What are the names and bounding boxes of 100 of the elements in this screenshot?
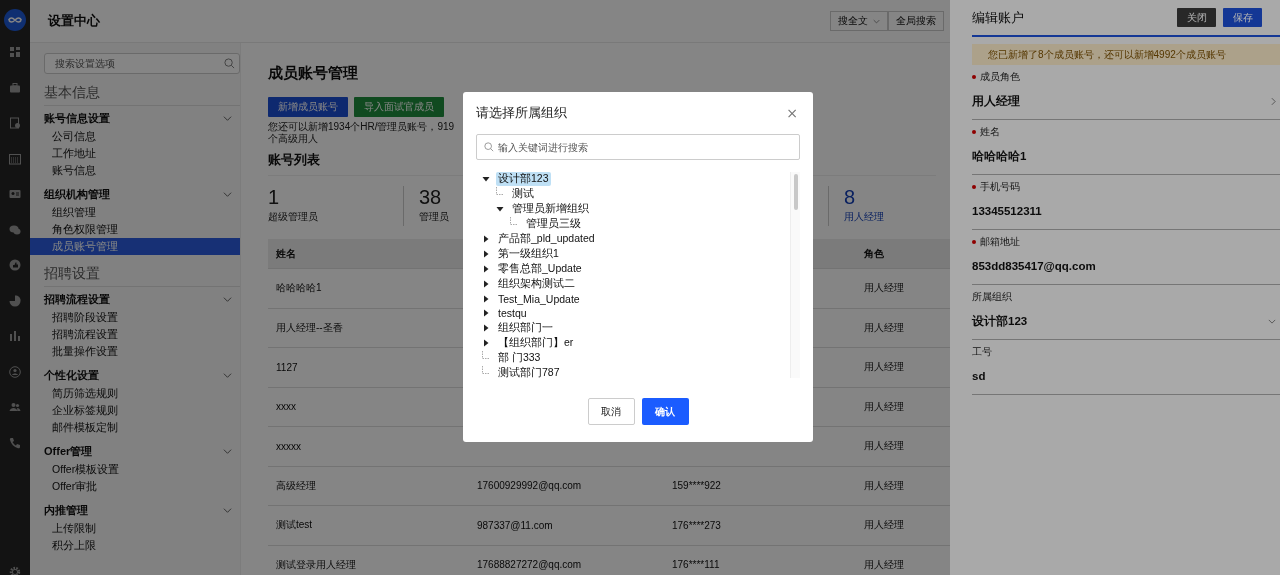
sidebar-item[interactable]: Offer审批 [30,478,240,495]
sidebar-item[interactable]: 邮件模板定制 [30,419,240,436]
global-search-button[interactable]: 全局搜索 [888,11,944,31]
tree-node[interactable]: 测试部门787 [496,366,562,378]
form-field[interactable]: 工号 sd [972,340,1280,395]
expand-toggle-icon[interactable] [496,205,504,214]
table-cell: 17688827272@qq.com [477,559,582,571]
menu-group-header[interactable]: 组织机构管理 [44,184,240,204]
chevron-icon [223,505,232,515]
page-title: 成员账号管理 [268,64,358,81]
thumbs-up-icon[interactable] [9,259,21,271]
expand-toggle-icon[interactable] [482,294,490,303]
form-field[interactable]: 成员角色 用人经理 [972,65,1280,120]
search-field[interactable]: 输入关键词进行搜索 [476,134,800,160]
search-scope-dropdown[interactable]: 搜全文 [830,11,888,31]
menu-group-header[interactable]: Offer管理 [44,441,240,461]
expand-toggle-icon[interactable] [482,235,490,243]
close-button[interactable]: × [784,105,800,121]
user-circle-icon[interactable] [9,365,21,378]
tree-node[interactable]: 部 门333 [496,351,543,366]
pie-chart-icon[interactable] [9,294,21,307]
sidebar-item[interactable]: 角色权限管理 [30,221,240,238]
tree-node[interactable]: 管理员新增组织 [510,202,591,217]
drawer-button[interactable]: 保存 [1223,8,1262,27]
form-field[interactable]: 姓名 哈哈哈哈1 [972,120,1280,175]
menu-group-header[interactable]: 个性化设置 [44,365,240,385]
phone-icon[interactable] [9,436,21,449]
form-field[interactable]: 邮箱地址 853dd835417@qq.com [972,230,1280,285]
chevron-icon [223,294,232,304]
tree-node[interactable]: 第一级组织1 [496,246,561,261]
drawer-button[interactable]: 关闭 [1177,8,1216,27]
chevron-icon [223,370,232,380]
scrollbar-thumb[interactable] [793,174,798,210]
chevron-right-icon [1271,96,1276,106]
logo-icon[interactable] [4,9,26,31]
sidebar-item[interactable]: 工作地址 [30,145,240,162]
chat-icon[interactable] [9,223,21,236]
table-cell: 用人经理 [864,479,904,491]
sidebar-item[interactable]: 公司信息 [30,128,240,145]
tree-node[interactable]: 测试 [510,187,536,202]
table-cell: xxxxx [276,440,301,452]
menu-group-header[interactable]: 招聘流程设置 [44,289,240,309]
table-cell: 用人经理 [864,440,904,452]
action-button[interactable]: 导入面试官成员 [354,97,444,117]
drawer-title: 编辑账户 [972,8,1024,27]
table-cell: xxxx [276,401,296,413]
tree-node[interactable]: 组织架构测试二 [496,276,577,291]
expand-toggle-icon[interactable] [482,339,490,348]
table-cell: 高级经理 [276,479,316,491]
bar-chart-icon[interactable] [9,330,21,342]
form-field[interactable]: 所属组织 设计部123 [972,285,1280,340]
sidebar-item[interactable]: 账号信息 [30,162,240,179]
expand-toggle-icon[interactable] [482,279,490,288]
sidebar-item[interactable]: 成员账号管理 [30,238,240,255]
sidebar-item[interactable]: 批量操作设置 [30,343,240,360]
sidebar-item[interactable]: 组织管理 [30,204,240,221]
tree-node[interactable]: 产品部_pld_updated [496,232,597,246]
expand-toggle-icon[interactable] [482,309,490,318]
tree-node[interactable]: Test_Mia_Update [496,292,582,305]
expand-toggle-icon[interactable] [482,324,490,333]
field-value: 13345512311 [972,205,1042,217]
menu-group-header[interactable]: 内推管理 [44,500,240,520]
tree-node[interactable]: 零售总部_Update [496,261,584,276]
calendar-icon[interactable] [9,152,21,165]
tree-connector [510,216,518,225]
sidebar-item[interactable]: 企业标签规则 [30,402,240,419]
sidebar-item[interactable]: 上传限制 [30,520,240,537]
dashboard-icon[interactable] [9,46,21,58]
stat-tab[interactable]: 1 超级管理员 [268,186,404,226]
tree-node[interactable]: 组织部门一 [496,321,555,336]
sidebar-item[interactable]: Offer模板设置 [30,461,240,478]
table-cell: 哈哈哈哈1 [276,282,322,294]
expand-toggle-icon[interactable] [482,175,490,184]
expand-toggle-icon[interactable] [482,264,490,273]
column-header: 姓名 [276,247,296,259]
tree-node[interactable]: 设计部123 [496,172,551,187]
tree-node[interactable]: testqu [496,307,529,320]
table-cell: 用人经理 [864,361,904,373]
settings-icon[interactable] [9,566,21,575]
dialog-button[interactable]: 确认 [641,398,689,425]
settings-search-field[interactable]: 搜索设置选项 [44,53,240,74]
users-icon[interactable] [9,401,21,413]
action-button[interactable]: 新增成员账号 [268,97,348,117]
sidebar-item[interactable]: 积分上限 [30,537,240,554]
stat-tab[interactable]: 8 用人经理 [828,186,936,226]
tree-node[interactable]: 【组织部门】er [496,336,576,351]
document-icon[interactable] [9,117,21,129]
expand-toggle-icon[interactable] [482,249,490,258]
field-label: 成员角色 [980,69,1020,84]
tree-node[interactable]: 管理员三级 [524,217,583,232]
dialog-button[interactable]: 取消 [587,398,635,425]
id-card-icon[interactable] [9,188,21,200]
menu-group-header[interactable]: 账号信息设置 [44,108,240,128]
column-header: 角色 [864,247,884,259]
sidebar-item[interactable]: 招聘阶段设置 [30,309,240,326]
sidebar-item[interactable]: 简历筛选规则 [30,385,240,402]
field-label: 所属组织 [972,289,1012,304]
briefcase-icon[interactable] [9,81,21,94]
sidebar-item[interactable]: 招聘流程设置 [30,326,240,343]
form-field[interactable]: 手机号码 13345512311 [972,175,1280,230]
